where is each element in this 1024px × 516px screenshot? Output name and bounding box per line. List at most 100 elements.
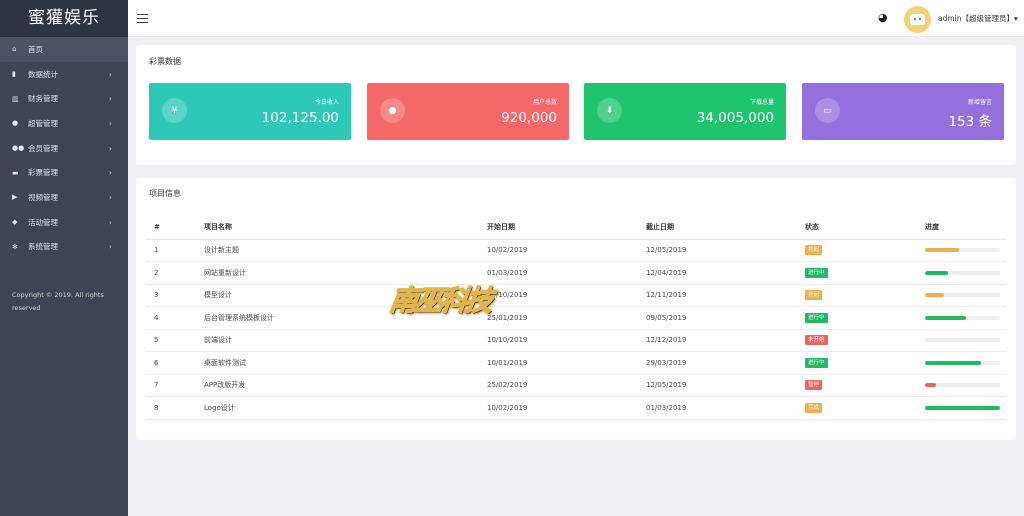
users-icon: ●● (12, 144, 25, 153)
status-badge: 未开始 (805, 335, 828, 346)
stat-card: ¥ 今日收入 102,125.00 (149, 83, 351, 140)
brand-logo: 蜜獾娱乐 (0, 0, 128, 37)
end-date: 12/11/2019 (638, 284, 797, 307)
avatar-face-icon (910, 14, 925, 25)
progress-bar (925, 315, 1000, 320)
sidebar-item-0[interactable]: ⌂ 首页 (0, 37, 128, 62)
project-name: 桌面软件测试 (196, 351, 479, 375)
chevron-right-icon: › (108, 118, 112, 128)
progress-fill (925, 248, 959, 253)
column-header: # (146, 215, 196, 240)
progress-bar (925, 248, 1000, 253)
hamburger-icon[interactable] (137, 14, 148, 25)
bar-chart-icon: ▮ (12, 70, 16, 79)
avatar[interactable] (904, 6, 931, 33)
start-date: 25/01/2019 (479, 306, 638, 330)
table-row[interactable]: 1 设计新主题 10/02/2019 12/05/2019 挂起 (146, 239, 1006, 262)
start-date: 10/10/2019 (479, 284, 638, 307)
table-row[interactable]: 8 Logo设计 10/02/2019 01/03/2019 完成 (146, 396, 1006, 420)
table-row[interactable]: 6 桌面软件测试 10/01/2019 29/03/2019 进行中 (146, 351, 1006, 375)
chevron-right-icon: › (108, 217, 112, 227)
sidebar-item-label: 超管管理 (28, 118, 58, 128)
project-name: 设计新主题 (196, 239, 479, 262)
progress-fill (925, 405, 1000, 410)
sidebar-item-4[interactable]: ●● 会员管理 › (0, 136, 128, 161)
sidebar-item-label: 系统管理 (28, 242, 58, 252)
progress-fill (925, 315, 967, 320)
chevron-right-icon: › (108, 242, 112, 252)
sidebar-item-label: 活动管理 (28, 217, 58, 227)
project-name: 前端设计 (196, 329, 479, 352)
yen-icon: ¥ (162, 98, 187, 123)
sidebar-item-label: 数据统计 (28, 69, 58, 79)
row-number: 7 (146, 374, 196, 397)
sidebar-item-8[interactable]: ✻ 系统管理 › (0, 235, 128, 260)
row-number: 6 (146, 351, 196, 375)
progress-bar (925, 360, 1000, 365)
sidebar-item-label: 会员管理 (28, 143, 58, 153)
panel-title: 项目信息 (149, 189, 181, 198)
sidebar-item-1[interactable]: ▮ 数据统计 › (0, 62, 128, 87)
user-icon: ● (12, 119, 19, 128)
progress-bar (925, 383, 1000, 388)
stat-label: 新增留言 (967, 99, 992, 106)
end-date: 12/05/2019 (638, 374, 797, 397)
table-row[interactable]: 2 网站重新设计 01/03/2019 12/04/2019 进行中 (146, 261, 1006, 285)
stat-card: ⬇ 下载总量 34,005,000 (584, 83, 786, 140)
tag-icon: ◆ (12, 218, 18, 227)
chevron-right-icon: › (108, 192, 112, 202)
stat-label: 用户总数 (532, 99, 557, 106)
column-header: 开始日期 (479, 215, 638, 240)
stat-value: 153 条 (948, 114, 992, 130)
project-info-panel: 项目信息 # 项目名称 开始日期 截止日期 状态 进度 1 设计新主题 10/02/2019 1… (136, 178, 1016, 440)
chevron-right-icon: › (108, 168, 112, 178)
status-badge: 完成 (805, 402, 823, 413)
start-date: 10/10/2019 (479, 329, 638, 352)
row-number: 3 (146, 284, 196, 307)
video-icon: ▶ (12, 193, 18, 202)
sidebar-item-label: 视频管理 (28, 192, 58, 202)
progress-fill (925, 360, 982, 365)
end-date: 01/03/2019 (638, 396, 797, 420)
table-row[interactable]: 3 模型设计 10/10/2019 12/11/2019 挂起 (146, 284, 1006, 307)
sidebar-item-6[interactable]: ▶ 视频管理 › (0, 185, 128, 210)
table-header: # 项目名称 开始日期 截止日期 状态 进度 (146, 215, 1006, 240)
progress-bar (925, 293, 1000, 298)
sidebar: 蜜獾娱乐 ⌂ 首页 ▮ 数据统计 › ▥ 财务管理 › ● 超管管理 › ●● 会员管理 › ▬ 彩票管理 › ▶… (0, 0, 128, 516)
sidebar-item-2[interactable]: ▥ 财务管理 › (0, 86, 128, 111)
bank-icon: ▥ (12, 94, 19, 103)
sidebar-item-label: 彩票管理 (28, 168, 58, 178)
row-number: 1 (146, 239, 196, 262)
column-header: 截止日期 (638, 215, 797, 240)
row-number: 8 (146, 396, 196, 420)
start-date: 10/01/2019 (479, 351, 638, 375)
progress-fill (925, 293, 944, 298)
progress-fill (925, 270, 948, 275)
project-table: # 项目名称 开始日期 截止日期 状态 进度 1 设计新主题 10/02/2019 12/05/… (146, 215, 1006, 420)
table-row[interactable]: 5 前端设计 10/10/2019 12/12/2019 未开始 (146, 329, 1006, 352)
palette-icon[interactable]: ◕ (878, 11, 888, 24)
end-date: 09/05/2019 (638, 306, 797, 330)
row-number: 4 (146, 306, 196, 330)
progress-bar (925, 405, 1000, 410)
status-badge: 挂起 (805, 245, 823, 256)
status-badge: 进行中 (805, 357, 828, 368)
sidebar-item-3[interactable]: ● 超管管理 › (0, 111, 128, 136)
stat-card: ▭ 新增留言 153 条 (802, 83, 1004, 140)
status-badge: 进行中 (805, 312, 828, 323)
status-badge: 暂停 (805, 380, 823, 391)
table-row[interactable]: 7 APP改版开发 25/02/2019 12/05/2019 暂停 (146, 374, 1006, 397)
start-date: 10/02/2019 (479, 239, 638, 262)
user-menu[interactable]: admin【超级管理员】▾ (938, 13, 1018, 24)
stat-value: 34,005,000 (696, 110, 774, 126)
row-number: 2 (146, 261, 196, 285)
project-name: APP改版开发 (196, 374, 479, 397)
monitor-icon: ▭ (815, 98, 840, 123)
row-number: 5 (146, 329, 196, 352)
sidebar-item-label: 首页 (28, 44, 43, 54)
table-row[interactable]: 4 后台管理系统模板设计 25/01/2019 09/05/2019 进行中 (146, 306, 1006, 330)
sidebar-item-7[interactable]: ◆ 活动管理 › (0, 210, 128, 235)
progress-bar (925, 270, 1000, 275)
status-badge: 挂起 (805, 290, 823, 301)
sidebar-item-5[interactable]: ▬ 彩票管理 › (0, 160, 128, 185)
